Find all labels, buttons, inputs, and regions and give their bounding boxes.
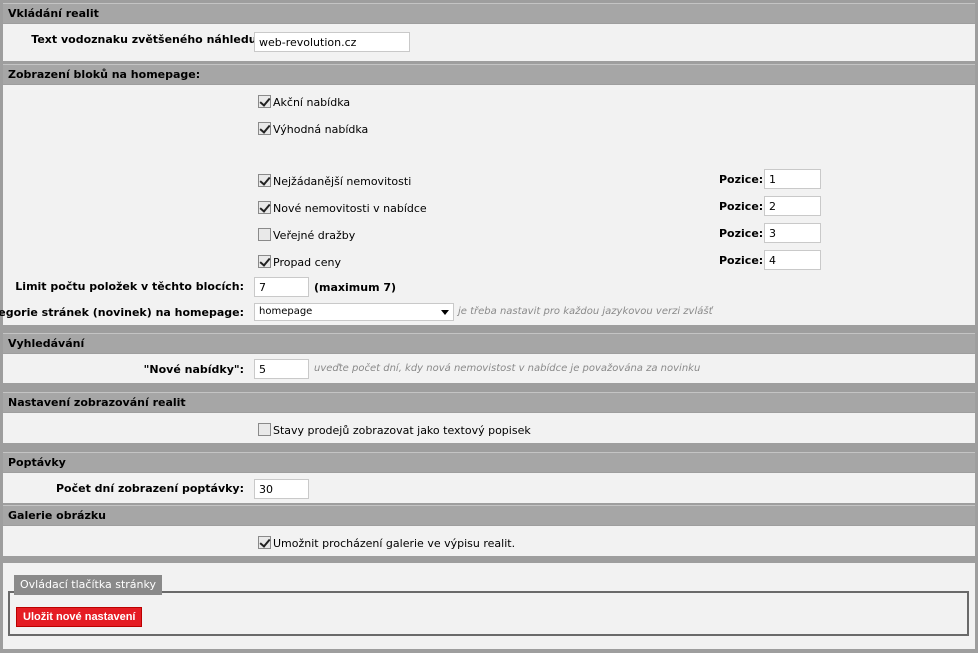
nove-nabidky-hint: uveďte počet dní, kdy nová nemovistost v… xyxy=(314,363,701,374)
section-body-galerie: Umožnit procházení galerie ve výpisu rea… xyxy=(3,526,975,556)
nove-nabidky-input[interactable] xyxy=(254,359,309,379)
propad-ceny-checkbox[interactable] xyxy=(258,255,271,268)
limit-label: Limit počtu položek v těchto blocích: xyxy=(15,280,244,293)
stavy-checkbox[interactable] xyxy=(258,423,271,436)
pozice-label: Pozice: xyxy=(719,227,764,240)
akcni-checkbox[interactable] xyxy=(258,95,271,108)
nejzadanejsi-checkbox[interactable] xyxy=(258,174,271,187)
pozice-input-2[interactable] xyxy=(764,196,821,216)
section-body-homepage: Akční nabídka Výhodná nabídka Nejžádaněj… xyxy=(0,85,975,325)
poptavky-dni-input[interactable] xyxy=(254,479,309,499)
section-body-vyhledavani: "Nové nabídky": uveďte počet dní, kdy no… xyxy=(3,354,975,383)
propad-ceny-label: Propad ceny xyxy=(273,256,341,269)
section-header-vyhledavani: Vyhledávání xyxy=(3,333,975,353)
section-body-poptavky: Počet dní zobrazení poptávky: xyxy=(3,473,975,503)
watermark-label: Text vodoznaku zvětšeného náhledu: xyxy=(31,33,261,46)
limit-input[interactable] xyxy=(254,277,309,297)
poptavky-dni-label: Počet dní zobrazení poptávky: xyxy=(55,482,244,495)
pozice-input-3[interactable] xyxy=(764,223,821,243)
nejzadanejsi-label: Nejžádanější nemovitosti xyxy=(273,175,412,188)
section-body-zobrazeni: Stavy prodejů zobrazovat jako textový po… xyxy=(3,413,975,443)
stavy-label: Stavy prodejů zobrazovat jako textový po… xyxy=(273,424,531,437)
pozice-label: Pozice: xyxy=(719,173,764,186)
nove-nemovitosti-checkbox[interactable] xyxy=(258,201,271,214)
nove-nemovitosti-label: Nové nemovitosti v nabídce xyxy=(273,202,427,215)
section-header-vkladani: Vkládání realit xyxy=(3,3,975,23)
verejne-drazby-label: Veřejné dražby xyxy=(273,229,356,242)
galerie-checkbox[interactable] xyxy=(258,536,271,549)
nove-nabidky-label: "Nové nabídky": xyxy=(143,363,244,376)
pozice-label: Pozice: xyxy=(719,200,764,213)
section-header-zobrazeni: Nastavení zobrazování realit xyxy=(3,392,975,412)
controls-legend: Ovládací tlačítka stránky xyxy=(14,575,162,595)
category-select-value: homepage xyxy=(259,306,313,317)
chevron-down-icon xyxy=(441,310,449,315)
galerie-label: Umožnit procházení galerie ve výpisu rea… xyxy=(273,537,516,550)
watermark-input[interactable] xyxy=(254,32,410,52)
controls-fieldset xyxy=(8,591,969,636)
category-label: Kategorie stránek (novinek) na homepage: xyxy=(0,306,244,319)
section-body-vkladani: Text vodoznaku zvětšeného náhledu: xyxy=(3,24,975,61)
category-select[interactable]: homepage xyxy=(254,303,454,321)
section-header-galerie: Galerie obrázku xyxy=(3,505,975,525)
pozice-input-1[interactable] xyxy=(764,169,821,189)
verejne-drazby-checkbox[interactable] xyxy=(258,228,271,241)
vyhodna-label: Výhodná nabídka xyxy=(273,123,369,136)
limit-max-label: (maximum 7) xyxy=(314,281,397,294)
save-settings-button[interactable]: Uložit nové nastavení xyxy=(16,607,143,627)
pozice-input-4[interactable] xyxy=(764,250,821,270)
section-header-homepage: Zobrazení bloků na homepage: xyxy=(3,64,975,84)
category-hint: je třeba nastavit pro každou jazykovou v… xyxy=(458,306,713,317)
akcni-label: Akční nabídka xyxy=(273,96,351,109)
vyhodna-checkbox[interactable] xyxy=(258,122,271,135)
section-header-poptavky: Poptávky xyxy=(3,452,975,472)
pozice-label: Pozice: xyxy=(719,254,764,267)
